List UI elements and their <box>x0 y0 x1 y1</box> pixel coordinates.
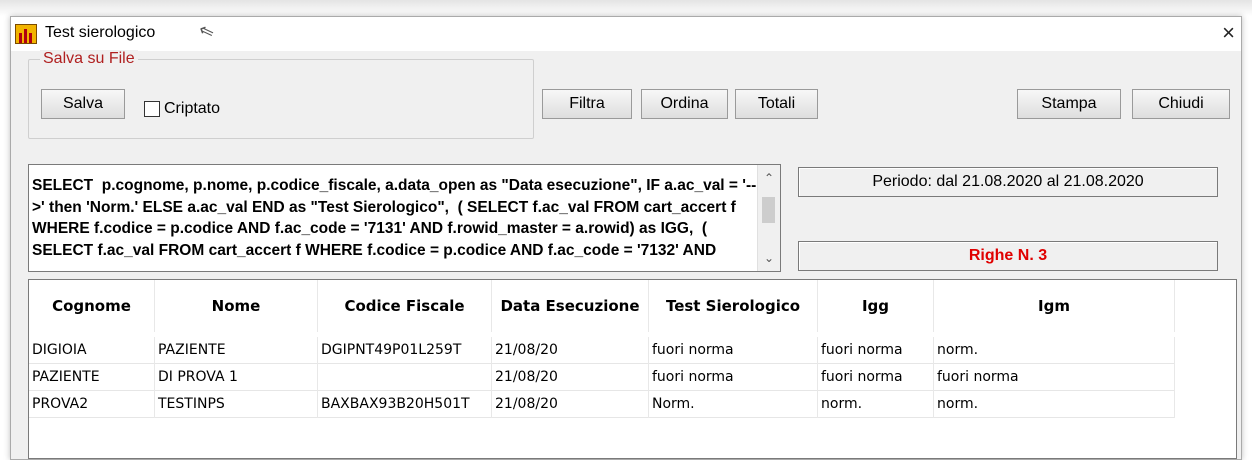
encrypt-checkbox[interactable] <box>144 101 160 117</box>
cell-serology-test[interactable]: fuori norma <box>649 337 818 364</box>
sql-query-text: SELECT p.cognome, p.nome, p.codice_fisca… <box>32 177 757 259</box>
dialog-window: Test sierologico ⇖ × Salva su File Salva… <box>10 16 1242 460</box>
title-bar[interactable]: Test sierologico ⇖ × <box>11 17 1241 51</box>
rows-count-field: Righe N. 3 <box>798 241 1218 271</box>
cell-exec-date[interactable]: 21/08/20 <box>492 391 649 418</box>
column-header-name[interactable]: Nome <box>155 280 318 332</box>
cell-name[interactable]: DI PROVA 1 <box>155 364 318 391</box>
table-row[interactable]: PROVA2 TESTINPS BAXBAX93B20H501T 21/08/20 No… <box>29 391 1175 418</box>
cell-surname[interactable]: DIGIOIA <box>29 337 155 364</box>
cell-serology-test[interactable]: Norm. <box>649 391 818 418</box>
cell-exec-date[interactable]: 21/08/20 <box>492 364 649 391</box>
app-icon <box>15 24 37 44</box>
cell-igm[interactable]: norm. <box>934 391 1175 418</box>
sort-button[interactable]: Ordina <box>641 89 728 119</box>
column-header-igm[interactable]: Igm <box>934 280 1175 332</box>
scroll-up-icon[interactable]: ⌃ <box>758 171 780 185</box>
cell-igg[interactable]: fuori norma <box>818 364 934 391</box>
table-row[interactable]: DIGIOIA PAZIENTE DGIPNT49P01L259T 21/08/20 f… <box>29 337 1175 364</box>
filter-button[interactable]: Filtra <box>542 89 632 119</box>
period-field: Periodo: dal 21.08.2020 al 21.08.2020 <box>798 167 1218 197</box>
totals-button[interactable]: Totali <box>735 89 818 119</box>
column-header-fiscal-code[interactable]: Codice Fiscale <box>318 280 492 332</box>
window-title: Test sierologico <box>45 24 156 41</box>
desktop-background <box>0 0 1252 16</box>
column-header-exec-date[interactable]: Data Esecuzione <box>492 280 649 332</box>
cell-name[interactable]: PAZIENTE <box>155 337 318 364</box>
table-row[interactable]: PAZIENTE DI PROVA 1 21/08/20 fuori norma fuo… <box>29 364 1175 391</box>
cell-name[interactable]: TESTINPS <box>155 391 318 418</box>
save-group-title: Salva su File <box>40 50 138 68</box>
column-header-igg[interactable]: Igg <box>818 280 934 332</box>
close-icon[interactable]: × <box>1222 20 1235 46</box>
sql-query-box[interactable]: SELECT p.cognome, p.nome, p.codice_fisca… <box>28 164 781 272</box>
scroll-down-icon[interactable]: ⌄ <box>758 251 780 265</box>
cell-igm[interactable]: fuori norma <box>934 364 1175 391</box>
close-button[interactable]: Chiudi <box>1132 89 1230 119</box>
sql-scrollbar[interactable]: ⌃ ⌄ <box>757 165 780 271</box>
column-header-serology-test[interactable]: Test Sierologico <box>649 280 818 332</box>
cell-serology-test[interactable]: fuori norma <box>649 364 818 391</box>
cell-fiscal-code[interactable]: DGIPNT49P01L259T <box>318 337 492 364</box>
column-header-surname[interactable]: Cognome <box>29 280 155 332</box>
encrypt-label: Criptato <box>164 100 221 117</box>
cell-exec-date[interactable]: 21/08/20 <box>492 337 649 364</box>
cell-surname[interactable]: PAZIENTE <box>29 364 155 391</box>
scroll-thumb[interactable] <box>762 197 775 223</box>
cell-igm[interactable]: norm. <box>934 337 1175 364</box>
cell-fiscal-code[interactable]: BAXBAX93B20H501T <box>318 391 492 418</box>
cell-igg[interactable]: fuori norma <box>818 337 934 364</box>
print-button[interactable]: Stampa <box>1017 89 1121 119</box>
mouse-cursor-icon: ⇖ <box>195 19 217 44</box>
save-button[interactable]: Salva <box>41 89 125 119</box>
cell-igg[interactable]: norm. <box>818 391 934 418</box>
cell-fiscal-code[interactable] <box>318 364 492 391</box>
results-table[interactable]: Cognome Nome Codice Fiscale Data Esecuzione… <box>28 279 1237 459</box>
cell-surname[interactable]: PROVA2 <box>29 391 155 418</box>
